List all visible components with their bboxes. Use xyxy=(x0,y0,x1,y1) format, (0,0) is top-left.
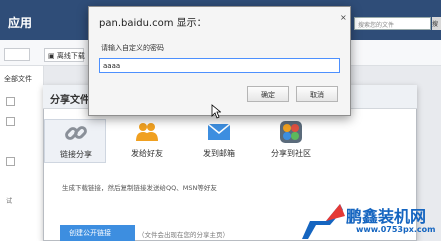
file-list-header: 全部文件 xyxy=(4,75,32,83)
watermark-brand: 鹏鑫装机网 xyxy=(346,207,427,226)
share-option-community[interactable]: 分享到社区 xyxy=(260,119,322,163)
share-option-label: 链接分享 xyxy=(60,150,92,159)
offline-download-button[interactable]: ▣ 离线下载 xyxy=(44,48,85,62)
row-checkbox[interactable] xyxy=(6,157,15,166)
search-button[interactable]: 搜 xyxy=(432,17,441,30)
password-input[interactable] xyxy=(99,58,340,73)
row-checkbox[interactable] xyxy=(6,97,15,106)
watermark-url: www.0753px.com xyxy=(356,225,436,234)
file-list-panel xyxy=(0,66,44,241)
prompt-title: pan.baidu.com 显示： xyxy=(99,18,207,29)
cancel-button[interactable]: 取消 xyxy=(296,86,338,102)
close-icon[interactable]: × xyxy=(340,13,347,22)
community-icon xyxy=(280,121,302,143)
share-option-link[interactable]: 链接分享 xyxy=(44,119,106,163)
ok-button[interactable]: 确定 xyxy=(247,86,289,102)
download-icon: ▣ xyxy=(48,52,55,60)
chain-link-icon xyxy=(65,126,87,140)
share-option-friends[interactable]: 发给好友 xyxy=(116,119,178,163)
friends-icon xyxy=(136,123,158,141)
mail-icon xyxy=(207,123,231,140)
share-option-label: 分享到社区 xyxy=(271,149,311,158)
upload-button[interactable] xyxy=(4,48,30,61)
search-input[interactable]: 搜索您的文件 xyxy=(354,17,431,30)
app-name: 应用 xyxy=(8,16,33,30)
create-link-note: （文件会出现在您的分享主页） xyxy=(138,231,229,239)
prompt-message: 请输入自定义的密码 xyxy=(101,44,164,52)
share-option-email[interactable]: 发到邮箱 xyxy=(188,119,250,163)
share-option-label: 发给好友 xyxy=(131,149,163,158)
offline-download-label: 离线下载 xyxy=(56,52,85,60)
row-checkbox[interactable] xyxy=(6,117,15,126)
share-option-label: 发到邮箱 xyxy=(203,149,235,158)
mouse-cursor-icon xyxy=(211,104,221,119)
create-public-link-button[interactable]: 创建公开链接 xyxy=(60,225,135,241)
file-name-text: 试 xyxy=(6,198,13,205)
share-description: 生成下载链接，然后复制链接发送给QQ、MSN等好友 xyxy=(62,184,217,192)
